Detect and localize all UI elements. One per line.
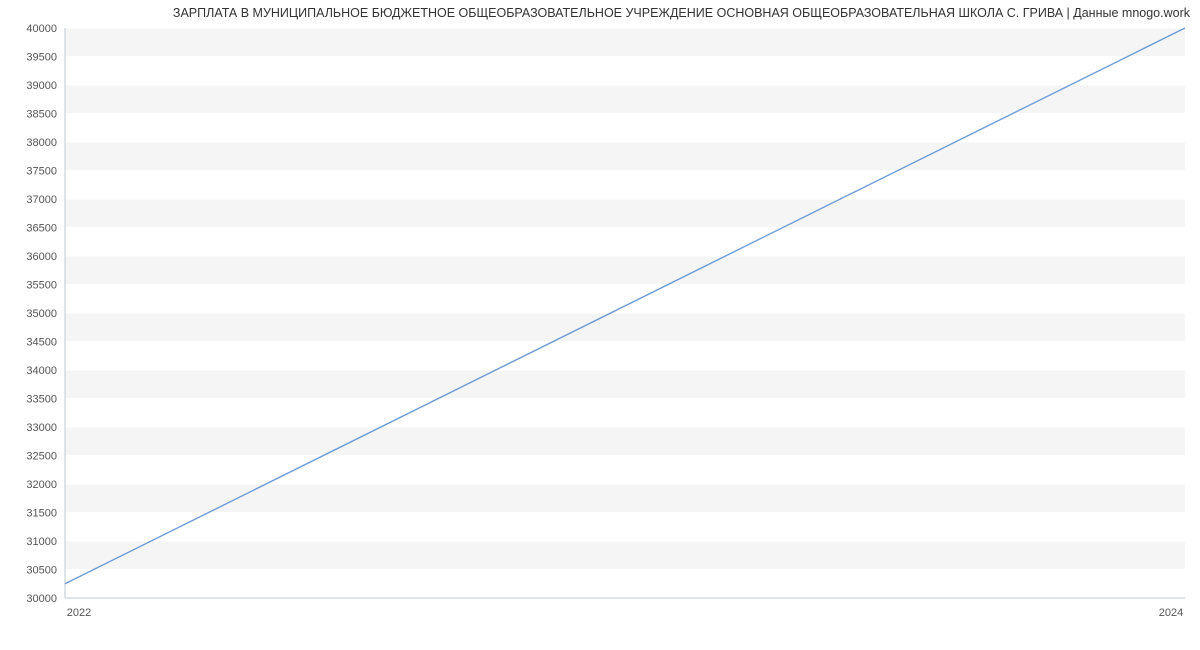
- svg-text:34500: 34500: [26, 337, 57, 349]
- svg-text:33000: 33000: [26, 422, 57, 434]
- svg-text:37500: 37500: [26, 166, 57, 178]
- svg-text:37000: 37000: [26, 194, 57, 206]
- svg-text:36500: 36500: [26, 223, 57, 235]
- svg-text:31500: 31500: [26, 508, 57, 520]
- grid-band: [65, 85, 1185, 114]
- svg-text:2024: 2024: [1159, 607, 1183, 619]
- y-tick: 35000: [26, 308, 57, 320]
- y-tick: 39000: [26, 80, 57, 92]
- svg-text:2022: 2022: [67, 607, 91, 619]
- svg-text:30000: 30000: [26, 593, 57, 605]
- y-tick: 35500: [26, 280, 57, 292]
- y-tick: 39500: [26, 52, 57, 64]
- grid-band: [65, 370, 1185, 399]
- y-tick: 36000: [26, 251, 57, 263]
- svg-text:38500: 38500: [26, 109, 57, 121]
- y-tick: 33000: [26, 422, 57, 434]
- grid-band: [65, 142, 1185, 171]
- svg-text:33500: 33500: [26, 394, 57, 406]
- y-tick: 32500: [26, 451, 57, 463]
- svg-text:32000: 32000: [26, 479, 57, 491]
- y-tick: 34000: [26, 365, 57, 377]
- svg-text:36000: 36000: [26, 251, 57, 263]
- svg-text:31000: 31000: [26, 536, 57, 548]
- y-tick: 37500: [26, 166, 57, 178]
- chart-plot-area: 3000030500310003150032000325003300033500…: [65, 28, 1185, 598]
- grid-band: [65, 199, 1185, 228]
- y-tick: 40000: [26, 23, 57, 35]
- svg-text:32500: 32500: [26, 451, 57, 463]
- svg-text:39500: 39500: [26, 52, 57, 64]
- svg-text:39000: 39000: [26, 80, 57, 92]
- grid-band: [65, 28, 1185, 57]
- svg-text:30500: 30500: [26, 565, 57, 577]
- chart-title: ЗАРПЛАТА В МУНИЦИПАЛЬНОЕ БЮДЖЕТНОЕ ОБЩЕО…: [173, 6, 1190, 20]
- svg-text:35000: 35000: [26, 308, 57, 320]
- x-tick: 2022: [67, 607, 91, 619]
- svg-text:34000: 34000: [26, 365, 57, 377]
- y-tick: 38000: [26, 137, 57, 149]
- grid-band: [65, 427, 1185, 456]
- y-tick: 30000: [26, 593, 57, 605]
- grid-band: [65, 541, 1185, 570]
- y-tick: 37000: [26, 194, 57, 206]
- y-tick: 31500: [26, 508, 57, 520]
- svg-text:38000: 38000: [26, 137, 57, 149]
- grid-band: [65, 484, 1185, 513]
- x-tick: 2024: [1159, 607, 1183, 619]
- y-tick: 30500: [26, 565, 57, 577]
- y-tick: 32000: [26, 479, 57, 491]
- y-tick: 36500: [26, 223, 57, 235]
- svg-text:40000: 40000: [26, 23, 57, 35]
- y-tick: 34500: [26, 337, 57, 349]
- svg-text:35500: 35500: [26, 280, 57, 292]
- grid-band: [65, 313, 1185, 342]
- y-tick: 38500: [26, 109, 57, 121]
- y-tick: 33500: [26, 394, 57, 406]
- y-tick: 31000: [26, 536, 57, 548]
- grid-band: [65, 256, 1185, 285]
